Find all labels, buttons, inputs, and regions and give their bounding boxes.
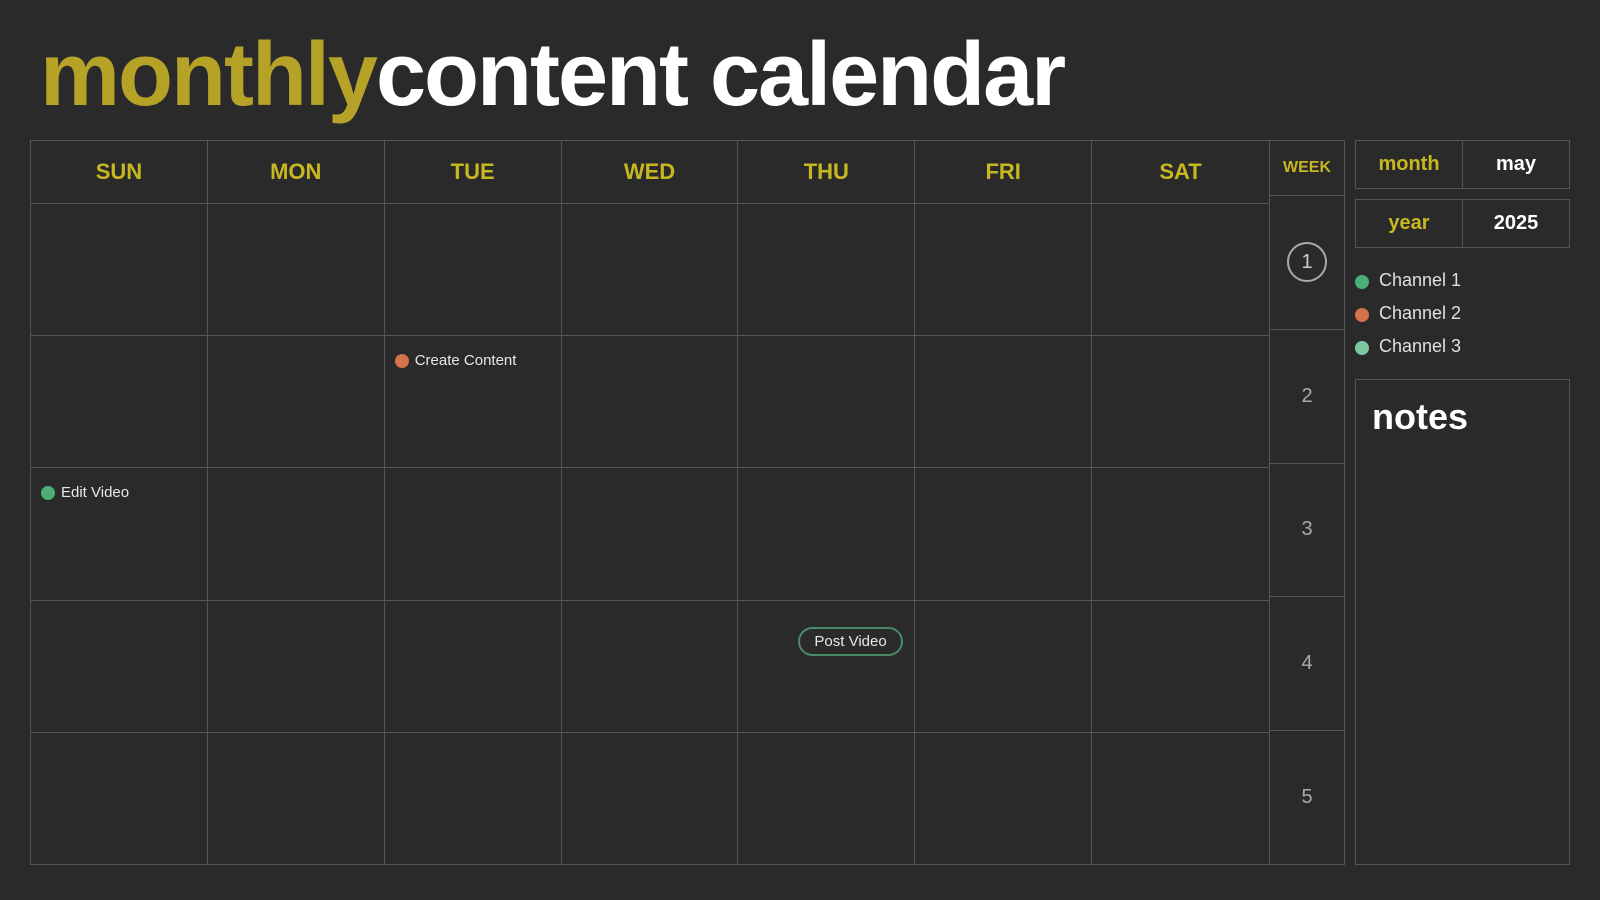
calendar-row-1	[31, 204, 1269, 336]
channel-3-dot	[1355, 341, 1369, 355]
cell-r1-thu	[738, 204, 915, 335]
cell-r1-fri	[915, 204, 1092, 335]
cell-r2-wed	[562, 336, 739, 467]
event-label-edit: Edit Video	[61, 484, 129, 501]
cell-r5-tue	[385, 733, 562, 864]
cell-r2-mon	[208, 336, 385, 467]
event-label-create: Create Content	[415, 352, 517, 369]
notes-title: notes	[1372, 396, 1553, 438]
cell-r1-wed	[562, 204, 739, 335]
calendar-body: Create Content Edit Video	[31, 204, 1269, 864]
channel-1-label: Channel 1	[1379, 270, 1461, 291]
cell-r1-sun	[31, 204, 208, 335]
week-1-circle: 1	[1287, 242, 1327, 282]
cell-r4-sat	[1092, 601, 1269, 732]
event-post-video: Post Video	[798, 627, 902, 656]
day-tue: TUE	[385, 141, 562, 203]
cell-r3-mon	[208, 468, 385, 599]
cell-r3-tue	[385, 468, 562, 599]
week-2: 2	[1270, 330, 1344, 464]
cell-r1-mon	[208, 204, 385, 335]
channels-section: Channel 1 Channel 2 Channel 3	[1355, 258, 1570, 369]
main-layout: SUN MON TUE WED THU FRI SAT	[0, 140, 1600, 885]
year-selector[interactable]: year 2025	[1355, 199, 1570, 248]
channel-2-item: Channel 2	[1355, 303, 1570, 324]
day-mon: MON	[208, 141, 385, 203]
week-5: 5	[1270, 731, 1344, 864]
cell-r5-sun	[31, 733, 208, 864]
day-wed: WED	[562, 141, 739, 203]
right-panel: month may year 2025 Channel 1 Channel 2 …	[1355, 140, 1570, 865]
cell-r5-mon	[208, 733, 385, 864]
month-label: month	[1356, 141, 1463, 188]
cell-r2-thu	[738, 336, 915, 467]
cell-r1-sat	[1092, 204, 1269, 335]
calendar-row-4: Post Video	[31, 601, 1269, 733]
day-thu: THU	[738, 141, 915, 203]
cell-r5-sat	[1092, 733, 1269, 864]
cell-r1-tue	[385, 204, 562, 335]
dot-green-edit	[41, 486, 55, 500]
week-4: 4	[1270, 597, 1344, 731]
cell-r4-sun	[31, 601, 208, 732]
channel-3-item: Channel 3	[1355, 336, 1570, 357]
cell-r2-fri	[915, 336, 1092, 467]
notes-section[interactable]: notes	[1355, 379, 1570, 865]
calendar-row-2: Create Content	[31, 336, 1269, 468]
cell-r3-fri	[915, 468, 1092, 599]
calendar-grid: SUN MON TUE WED THU FRI SAT	[30, 140, 1270, 865]
channel-2-dot	[1355, 308, 1369, 322]
cell-r5-thu	[738, 733, 915, 864]
page-title: monthlycontent calendar	[0, 0, 1600, 140]
week-column: WEEK 1 2 3 4 5	[1270, 140, 1345, 865]
cell-r2-tue: Create Content	[385, 336, 562, 467]
day-sun: SUN	[31, 141, 208, 203]
year-value: 2025	[1463, 200, 1569, 247]
year-label: year	[1356, 200, 1463, 247]
calendar-header: SUN MON TUE WED THU FRI SAT	[31, 141, 1269, 204]
cell-r3-thu	[738, 468, 915, 599]
dot-orange-create	[395, 354, 409, 368]
cell-r5-fri	[915, 733, 1092, 864]
channel-2-label: Channel 2	[1379, 303, 1461, 324]
title-monthly: monthly	[40, 25, 376, 125]
event-edit-video: Edit Video	[41, 484, 197, 501]
channel-1-dot	[1355, 275, 1369, 289]
cell-r3-sat	[1092, 468, 1269, 599]
cell-r3-wed	[562, 468, 739, 599]
cell-r2-sat	[1092, 336, 1269, 467]
channel-3-label: Channel 3	[1379, 336, 1461, 357]
month-selector[interactable]: month may	[1355, 140, 1570, 189]
cell-r3-sun: Edit Video	[31, 468, 208, 599]
channel-1-item: Channel 1	[1355, 270, 1570, 291]
title-rest: content calendar	[376, 25, 1064, 125]
event-create-content: Create Content	[395, 352, 551, 369]
day-fri: FRI	[915, 141, 1092, 203]
cell-r4-fri	[915, 601, 1092, 732]
cell-r4-thu: Post Video	[738, 601, 915, 732]
cell-r2-sun	[31, 336, 208, 467]
cell-r4-tue	[385, 601, 562, 732]
calendar-row-3: Edit Video	[31, 468, 1269, 600]
cell-r5-wed	[562, 733, 739, 864]
month-value: may	[1463, 141, 1569, 188]
week-3: 3	[1270, 464, 1344, 598]
day-sat: SAT	[1092, 141, 1269, 203]
calendar-row-5	[31, 733, 1269, 864]
cell-r4-wed	[562, 601, 739, 732]
week-header-label: WEEK	[1270, 141, 1344, 196]
week-1: 1	[1270, 196, 1344, 330]
cell-r4-mon	[208, 601, 385, 732]
